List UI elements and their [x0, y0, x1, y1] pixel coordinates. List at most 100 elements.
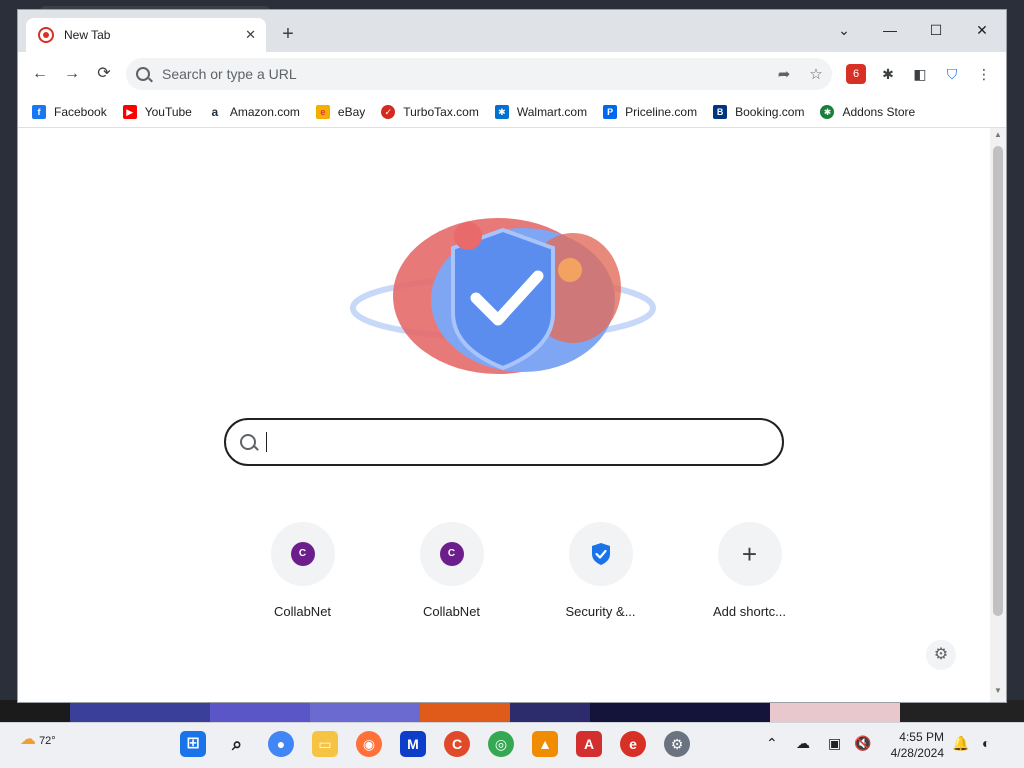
weather-temp: 72° [39, 735, 56, 747]
chrome-icon[interactable]: ◎ [488, 731, 514, 757]
shortcut-label: Add shortc... [713, 604, 786, 619]
ccleaner-icon[interactable]: C [444, 731, 470, 757]
toolbar: ← → ⟳ Search or type a URL ➦ ☆ 6 ✱ ◧ ⛉ ⋮ [18, 52, 1006, 96]
shortcut-security[interactable]: Security &... [526, 522, 675, 619]
address-placeholder: Search or type a URL [162, 66, 297, 82]
close-tab-icon[interactable]: ✕ [245, 27, 256, 43]
onedrive-icon[interactable]: ☁ [796, 735, 810, 752]
new-tab-page: C CollabNet C CollabNet Security &... + … [18, 128, 990, 702]
bookmark-label: Booking.com [735, 104, 805, 119]
bookmark-label: Addons Store [842, 104, 916, 119]
bookmark-ebay[interactable]: e eBay [315, 104, 366, 119]
volume-muted-icon[interactable]: 🔇 [854, 735, 871, 752]
address-bar[interactable]: Search or type a URL ➦ ☆ [126, 58, 832, 90]
bookmark-facebook[interactable]: f Facebook [32, 104, 107, 119]
priceline-icon: P [603, 104, 618, 119]
customize-gear-icon[interactable]: ⚙ [926, 640, 956, 670]
menu-icon[interactable]: ⋮ [974, 64, 994, 84]
add-shortcut-button[interactable]: + Add shortc... [675, 522, 824, 619]
shortcut-label: CollabNet [422, 604, 481, 619]
firefox-icon[interactable]: ◉ [356, 731, 382, 757]
shortcut-label: CollabNet [273, 604, 332, 619]
clock-time: 4:55 PM [899, 730, 944, 744]
bookmark-walmart[interactable]: ✱ Walmart.com [494, 104, 588, 119]
bookmark-addons-store[interactable]: ✱ Addons Store [820, 104, 916, 119]
browser-window: New Tab ✕ + ⌄ — ☐ ✕ ← → ⟳ Search or type… [18, 10, 1006, 702]
notification-icon[interactable]: 🔔 [952, 735, 969, 752]
active-browser-icon[interactable]: e [620, 731, 646, 757]
acrobat-icon[interactable]: A [576, 731, 602, 757]
tab-search-dropdown-icon[interactable]: ⌄ [822, 16, 866, 44]
copilot-icon[interactable]: ◐ [982, 735, 990, 751]
bookmark-label: eBay [337, 104, 366, 119]
addons-store-icon: ✱ [820, 104, 835, 119]
tab-strip: New Tab ✕ + ⌄ — ☐ ✕ [18, 10, 1006, 52]
bookmark-booking[interactable]: B Booking.com [713, 104, 805, 119]
malwarebytes-icon[interactable]: M [400, 731, 426, 757]
bookmark-label: Priceline.com [625, 104, 698, 119]
weather-icon: ☁ [20, 731, 36, 748]
new-tab-search-box[interactable] [224, 418, 784, 466]
browser-logo-icon [38, 27, 54, 43]
sidepanel-icon[interactable]: ◧ [910, 64, 930, 84]
bookmark-label: TurboTax.com [403, 104, 479, 119]
vlc-icon[interactable]: ▲ [532, 731, 558, 757]
puzzle-icon[interactable]: ✱ [878, 64, 898, 84]
tab-new-tab[interactable]: New Tab ✕ [26, 18, 266, 52]
browser-app-icon[interactable]: ● [268, 731, 294, 757]
shortcut-label: Security &... [565, 604, 636, 619]
shield-check-icon [591, 543, 610, 565]
scroll-thumb[interactable] [993, 146, 1003, 616]
background-windows-strip [0, 700, 1024, 722]
reload-button[interactable]: ⟳ [92, 62, 116, 86]
tab-title: New Tab [64, 28, 111, 42]
bookmark-priceline[interactable]: P Priceline.com [603, 104, 698, 119]
shortcut-icon-container: C [270, 522, 335, 586]
minimize-button[interactable]: — [868, 16, 912, 44]
search-icon [240, 434, 256, 450]
plus-icon: + [741, 538, 758, 569]
share-icon[interactable]: ➦ [768, 65, 800, 83]
close-window-button[interactable]: ✕ [960, 16, 1004, 44]
maximize-button[interactable]: ☐ [914, 16, 958, 44]
new-tab-button[interactable]: + [276, 23, 300, 47]
shield-check-icon[interactable]: ⛉ [942, 64, 962, 84]
clock-date: 4/28/2024 [890, 746, 944, 760]
search-icon[interactable]: ⌕ [224, 731, 250, 757]
shortcut-collabnet-1[interactable]: C CollabNet [228, 522, 377, 619]
scroll-up-arrow-icon[interactable]: ▲ [990, 130, 1006, 144]
turbotax-icon: ✓ [381, 104, 396, 119]
settings-gear-icon[interactable]: ⚙ [664, 731, 690, 757]
taskbar: ☁ 72° ⊞ ⌕ ● ▭ ◉ M C ◎ ▲ A e ⚙ ⌃ ☁ ▣ 🔇 4:… [0, 722, 1024, 768]
windows-start-icon[interactable]: ⊞ [180, 731, 206, 757]
collabnet-icon: C [439, 542, 464, 566]
booking-icon: B [713, 104, 728, 119]
ebay-icon: e [315, 104, 330, 119]
security-hero-illustration [350, 218, 656, 374]
adblock-icon[interactable]: 6 [846, 64, 866, 84]
back-button[interactable]: ← [28, 62, 52, 86]
bookmark-label: Amazon.com [229, 104, 300, 119]
facebook-icon: f [32, 104, 46, 119]
bookmark-amazon[interactable]: a Amazon.com [207, 104, 300, 119]
weather-widget[interactable]: ☁ 72° [20, 729, 56, 749]
new-tab-search-input[interactable] [266, 432, 746, 452]
shortcut-icon-container [568, 522, 633, 586]
collabnet-icon: C [290, 542, 315, 566]
page-scrollbar[interactable]: ▲ ▼ [990, 128, 1006, 702]
walmart-icon: ✱ [494, 104, 509, 119]
bookmarks-bar: f Facebook ▶ YouTube a Amazon.com e eBay… [18, 96, 1006, 128]
star-icon[interactable]: ☆ [800, 65, 832, 83]
bookmark-youtube[interactable]: ▶ YouTube [122, 104, 192, 119]
scroll-down-arrow-icon[interactable]: ▼ [990, 686, 1006, 700]
show-hidden-icons-chevron-icon[interactable]: ⌃ [766, 735, 778, 752]
shortcut-collabnet-2[interactable]: C CollabNet [377, 522, 526, 619]
system-clock[interactable]: 4:55 PM 4/28/2024 [884, 729, 944, 761]
forward-button[interactable]: → [60, 62, 84, 86]
bookmark-turbotax[interactable]: ✓ TurboTax.com [381, 104, 479, 119]
bookmark-label: Facebook [54, 104, 107, 119]
search-icon [136, 67, 150, 81]
display-icon[interactable]: ▣ [828, 735, 841, 752]
file-explorer-icon[interactable]: ▭ [312, 731, 338, 757]
bookmark-label: Walmart.com [516, 104, 588, 119]
